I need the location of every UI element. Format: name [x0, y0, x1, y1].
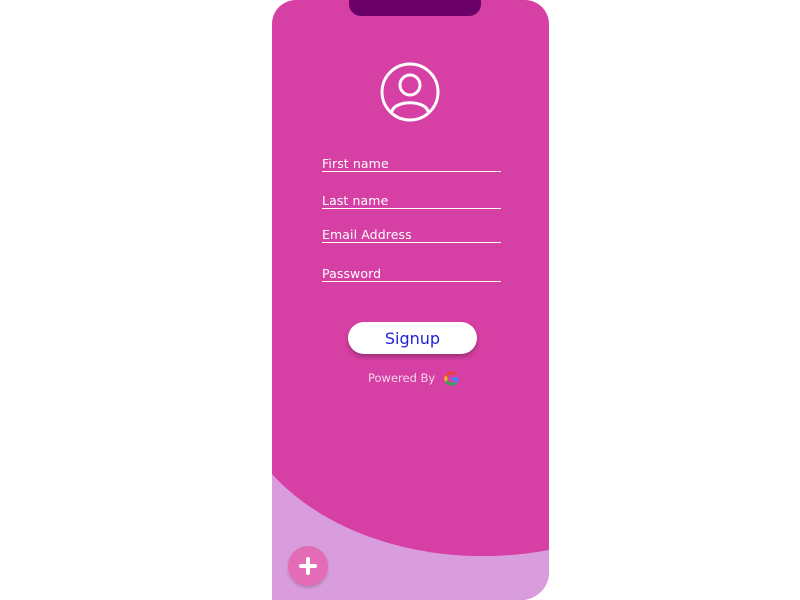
first-name-label: First name [322, 156, 389, 171]
signup-button[interactable]: Signup [348, 322, 477, 354]
google-icon [444, 370, 459, 386]
last-name-label: Last name [322, 193, 389, 208]
phone-notch [349, 0, 481, 16]
user-avatar-icon [380, 62, 440, 122]
password-label: Password [322, 266, 382, 281]
signup-screen: First name Last name Email Address Passw… [272, 0, 549, 600]
email-label: Email Address [322, 227, 412, 242]
password-field[interactable]: Password [322, 267, 501, 282]
powered-by-label: Powered By [368, 371, 436, 385]
first-name-field[interactable]: First name [322, 157, 501, 172]
last-name-field[interactable]: Last name [322, 194, 501, 209]
email-field[interactable]: Email Address [322, 228, 501, 243]
plus-icon [299, 557, 317, 575]
powered-by: Powered By [368, 369, 460, 387]
add-button[interactable] [288, 546, 328, 586]
